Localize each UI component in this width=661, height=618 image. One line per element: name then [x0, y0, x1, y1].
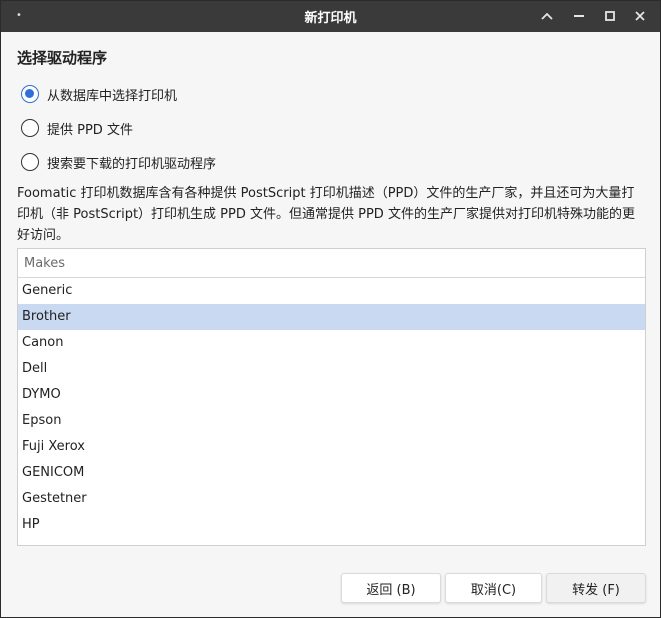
back-button[interactable]: 返回 (B): [341, 573, 441, 603]
option-label: 从数据库中选择打印机: [47, 88, 178, 104]
title-bar: • 新打印机: [1, 1, 660, 32]
option-search-download[interactable]: 搜索要下载的打印机驱动程序: [21, 151, 216, 173]
make-item[interactable]: Gestetner: [18, 486, 645, 512]
window-title: 新打印机: [304, 11, 357, 26]
new-printer-window: • 新打印机 选择驱动程序 从数据库中选择打印机 提供 PPD 文件 搜索要下载…: [0, 0, 661, 618]
make-item[interactable]: Fuji Xerox: [18, 434, 645, 460]
radio-button[interactable]: [21, 85, 39, 103]
option-label: 搜索要下载的打印机驱动程序: [47, 156, 217, 172]
makes-list[interactable]: Makes Generic Brother Canon Dell DYMO Ep…: [17, 248, 646, 546]
description-text: Foomatic 打印机数据库含有各种提供 PostScript 打印机描述（P…: [17, 186, 635, 243]
make-item[interactable]: GENICOM: [18, 460, 645, 486]
section-title: 选择驱动程序: [17, 49, 108, 67]
radio-button[interactable]: [21, 119, 39, 137]
maximize-icon[interactable]: [599, 5, 621, 27]
forward-button[interactable]: 转发 (F): [546, 573, 646, 603]
make-item[interactable]: HP: [18, 512, 645, 538]
minimize-icon[interactable]: [568, 5, 590, 27]
make-item[interactable]: Dell: [18, 356, 645, 382]
makes-list-header[interactable]: Makes: [18, 249, 645, 278]
close-icon[interactable]: [629, 5, 651, 27]
make-item[interactable]: DYMO: [18, 382, 645, 408]
radio-button[interactable]: [21, 153, 39, 171]
chevron-up-icon[interactable]: [536, 5, 558, 27]
make-item[interactable]: Generic: [18, 278, 645, 304]
make-item[interactable]: Brother: [18, 304, 645, 330]
option-database[interactable]: 从数据库中选择打印机: [21, 83, 177, 105]
cancel-button[interactable]: 取消(C): [445, 573, 542, 603]
make-item[interactable]: Epson: [18, 408, 645, 434]
make-item[interactable]: Canon: [18, 330, 645, 356]
option-ppd-file[interactable]: 提供 PPD 文件: [21, 117, 133, 139]
option-label: 提供 PPD 文件: [47, 122, 133, 138]
